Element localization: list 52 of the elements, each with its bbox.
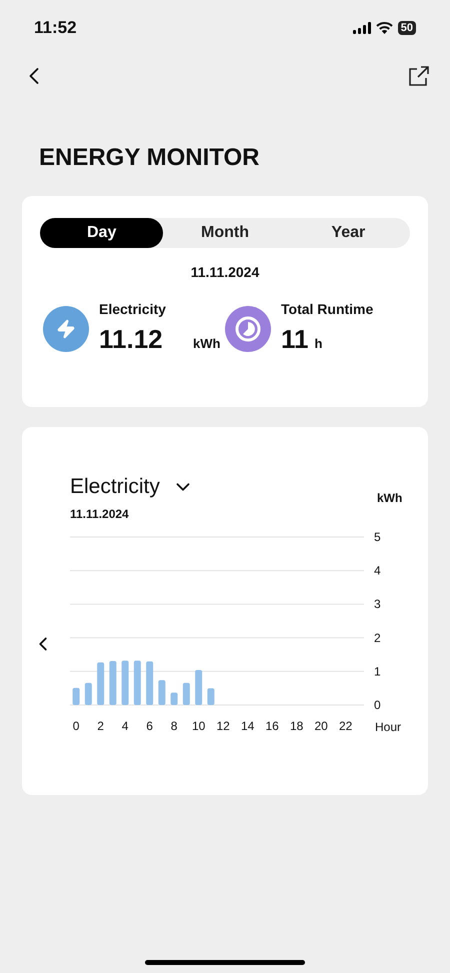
period-tab[interactable]: Year: [286, 218, 410, 248]
bar: [84, 682, 92, 705]
stat-unit: h: [314, 335, 322, 353]
x-tick-label: 0: [72, 719, 80, 733]
period-tab[interactable]: Month: [163, 218, 287, 248]
y-tick-label: 4: [374, 564, 381, 578]
x-tick-label: 12: [216, 719, 230, 733]
stat-label: Total Runtime: [281, 300, 374, 319]
lightning-icon: [43, 306, 89, 352]
period-tab[interactable]: Day: [40, 218, 164, 248]
summary-date: 11.11.2024: [190, 263, 260, 282]
x-tick-label: 4: [122, 719, 128, 733]
bar: [109, 660, 116, 705]
stat-unit: kWh: [193, 335, 220, 353]
x-axis-label: Hour: [375, 720, 402, 734]
clock-icon: [225, 306, 271, 352]
stat-label: Electricity: [99, 300, 167, 319]
x-tick-label: 22: [338, 719, 352, 733]
y-axis-label: kWh: [377, 491, 402, 505]
x-tick-label: 14: [240, 719, 254, 733]
share-button[interactable]: [408, 65, 430, 87]
battery-indicator: 50: [398, 21, 416, 35]
wifi-icon: [376, 22, 393, 34]
bar: [122, 660, 129, 705]
bar: [195, 670, 202, 705]
y-tick-label: 5: [374, 530, 381, 544]
stat-value: 11.12: [99, 323, 164, 356]
status-time: 11:52: [34, 17, 77, 40]
bar: [158, 680, 166, 705]
bar: [182, 682, 190, 705]
x-tick-label: 10: [192, 719, 206, 733]
y-tick-label: 0: [374, 698, 381, 712]
y-tick-label: 3: [374, 597, 381, 612]
x-tick-label: 6: [146, 719, 153, 733]
y-tick-label: 1: [374, 664, 381, 678]
x-tick-label: 16: [265, 719, 279, 733]
bar: [72, 688, 80, 705]
x-tick-label: 2: [97, 719, 104, 733]
x-tick-label: 20: [314, 719, 328, 733]
stat-value: 11: [281, 323, 308, 356]
signal-icon: [352, 22, 371, 34]
bar: [134, 660, 141, 705]
bar: [207, 688, 214, 705]
x-tick-label: 18: [290, 719, 304, 733]
chart-date: 11.11.2024: [70, 506, 129, 523]
x-tick-label: 8: [170, 719, 178, 733]
bar: [170, 692, 178, 705]
y-tick-label: 2: [374, 630, 381, 645]
metric-dropdown[interactable]: Electricity: [70, 471, 194, 502]
page-title: ENERGY MONITOR: [39, 143, 260, 173]
bar: [146, 661, 154, 705]
bar: [97, 662, 104, 705]
